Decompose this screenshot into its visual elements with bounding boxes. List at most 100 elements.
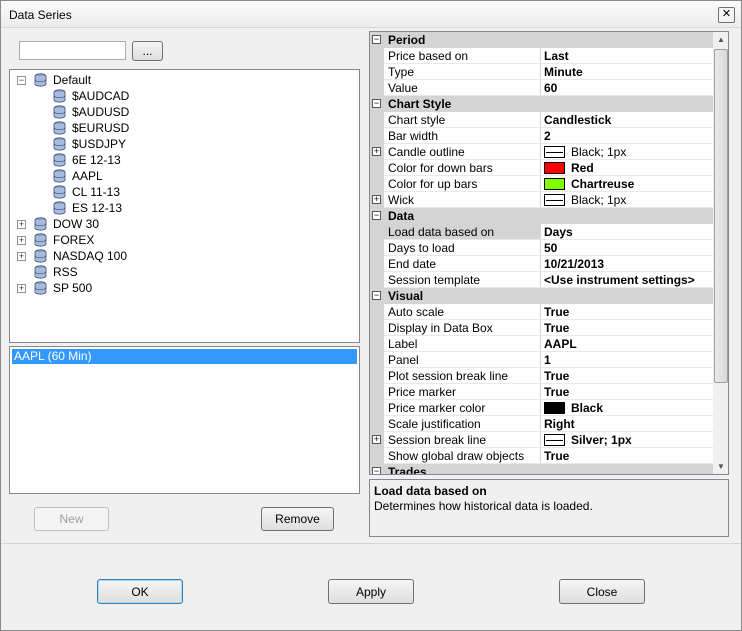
collapse-icon[interactable]: −	[17, 76, 26, 85]
property-row[interactable]: Load data based on Days	[370, 224, 713, 240]
tree-node[interactable]: $AUDCAD	[10, 88, 350, 104]
property-row[interactable]: Price marker True	[370, 384, 713, 400]
tree-node[interactable]: AAPL	[10, 168, 350, 184]
property-value[interactable]: Minute	[544, 65, 583, 79]
property-row[interactable]: + Session break line Silver; 1px	[370, 432, 713, 448]
property-category[interactable]: − Chart Style	[370, 96, 713, 112]
property-value[interactable]: True	[544, 385, 569, 399]
row-gutter	[370, 128, 384, 144]
row-gutter	[370, 368, 384, 384]
ok-button[interactable]: OK	[97, 579, 183, 604]
tree-node[interactable]: + FOREX	[10, 232, 350, 248]
property-value[interactable]: 1	[544, 353, 551, 367]
new-button[interactable]: New	[34, 507, 109, 531]
property-grid-scrollbar[interactable]: ▲ ▼	[713, 32, 728, 474]
expand-icon[interactable]: +	[372, 147, 381, 156]
scroll-down-icon[interactable]: ▼	[717, 462, 725, 471]
property-value[interactable]: AAPL	[544, 337, 577, 351]
property-value[interactable]: 2	[544, 129, 551, 143]
expand-icon[interactable]: +	[17, 236, 26, 245]
property-row[interactable]: + Wick Black; 1px	[370, 192, 713, 208]
property-row[interactable]: Panel 1	[370, 352, 713, 368]
property-value[interactable]: Black	[571, 401, 603, 415]
property-row[interactable]: Color for down bars Red	[370, 160, 713, 176]
row-gutter	[370, 176, 384, 192]
expand-icon[interactable]: +	[372, 195, 381, 204]
instrument-icon	[53, 137, 66, 151]
property-row[interactable]: Display in Data Box True	[370, 320, 713, 336]
column-divider	[540, 192, 541, 208]
property-row[interactable]: Bar width 2	[370, 128, 713, 144]
scroll-up-icon[interactable]: ▲	[717, 35, 725, 44]
instrument-search-input[interactable]	[19, 41, 126, 60]
expand-icon[interactable]: +	[17, 284, 26, 293]
tree-node[interactable]: 6E 12-13	[10, 152, 350, 168]
expand-icon[interactable]: +	[17, 220, 26, 229]
property-category[interactable]: − Period	[370, 32, 713, 48]
collapse-icon[interactable]: −	[372, 35, 381, 44]
tree-node[interactable]: + DOW 30	[10, 216, 350, 232]
property-category[interactable]: − Visual	[370, 288, 713, 304]
property-value[interactable]: 10/21/2013	[544, 257, 604, 271]
property-value[interactable]: Last	[544, 49, 569, 63]
tree-node[interactable]: CL 11-13	[10, 184, 350, 200]
property-value[interactable]: Black; 1px	[571, 193, 626, 207]
remove-button[interactable]: Remove	[261, 507, 334, 531]
property-row[interactable]: Type Minute	[370, 64, 713, 80]
property-row[interactable]: + Candle outline Black; 1px	[370, 144, 713, 160]
property-category[interactable]: − Data	[370, 208, 713, 224]
property-value[interactable]: Right	[544, 417, 575, 431]
close-button[interactable]: Close	[559, 579, 645, 604]
tree-node[interactable]: RSS	[10, 264, 350, 280]
instrument-icon	[53, 105, 66, 119]
property-row[interactable]: Plot session break line True	[370, 368, 713, 384]
property-row[interactable]: Auto scale True	[370, 304, 713, 320]
scroll-thumb[interactable]	[714, 49, 728, 383]
property-row[interactable]: Session template <Use instrument settings…	[370, 272, 713, 288]
expand-icon[interactable]: +	[17, 252, 26, 261]
tree-node[interactable]: $USDJPY	[10, 136, 350, 152]
property-row[interactable]: End date 10/21/2013	[370, 256, 713, 272]
property-value[interactable]: True	[544, 369, 569, 383]
property-row[interactable]: Price based on Last	[370, 48, 713, 64]
expand-icon[interactable]: +	[372, 435, 381, 444]
collapse-icon[interactable]: −	[372, 291, 381, 300]
tree-node[interactable]: + NASDAQ 100	[10, 248, 350, 264]
row-gutter	[370, 304, 384, 320]
apply-button[interactable]: Apply	[328, 579, 414, 604]
collapse-icon[interactable]: −	[372, 211, 381, 220]
tree-node[interactable]: − Default	[10, 72, 350, 88]
property-value[interactable]: <Use instrument settings>	[544, 273, 695, 287]
property-value[interactable]: Chartreuse	[571, 177, 634, 191]
property-value[interactable]: Red	[571, 161, 594, 175]
property-row[interactable]: Label AAPL	[370, 336, 713, 352]
property-row[interactable]: Value 60	[370, 80, 713, 96]
list-item[interactable]: AAPL (60 Min)	[12, 349, 357, 364]
property-value[interactable]: 50	[544, 241, 557, 255]
property-category[interactable]: − Trades	[370, 464, 713, 474]
column-divider	[540, 256, 541, 272]
property-value[interactable]: Candlestick	[544, 113, 611, 127]
property-row[interactable]: Scale justification Right	[370, 416, 713, 432]
property-value[interactable]: True	[544, 321, 569, 335]
property-row[interactable]: Price marker color Black	[370, 400, 713, 416]
property-value[interactable]: Days	[544, 225, 573, 239]
tree-node[interactable]: + SP 500	[10, 280, 350, 296]
tree-node[interactable]: ES 12-13	[10, 200, 350, 216]
collapse-icon[interactable]: −	[372, 467, 381, 474]
property-row[interactable]: Color for up bars Chartreuse	[370, 176, 713, 192]
browse-button[interactable]: ...	[132, 41, 163, 61]
tree-node[interactable]: $EURUSD	[10, 120, 350, 136]
property-value[interactable]: True	[544, 449, 569, 463]
property-value[interactable]: Silver; 1px	[571, 433, 632, 447]
property-value[interactable]: Black; 1px	[571, 145, 626, 159]
property-value[interactable]: 60	[544, 81, 557, 95]
property-row[interactable]: Chart style Candlestick	[370, 112, 713, 128]
property-value[interactable]: True	[544, 305, 569, 319]
close-window-icon[interactable]: ✕	[718, 7, 735, 23]
database-folder-icon	[34, 281, 47, 295]
property-row[interactable]: Show global draw objects True	[370, 448, 713, 464]
tree-node[interactable]: $AUDUSD	[10, 104, 350, 120]
collapse-icon[interactable]: −	[372, 99, 381, 108]
property-row[interactable]: Days to load 50	[370, 240, 713, 256]
